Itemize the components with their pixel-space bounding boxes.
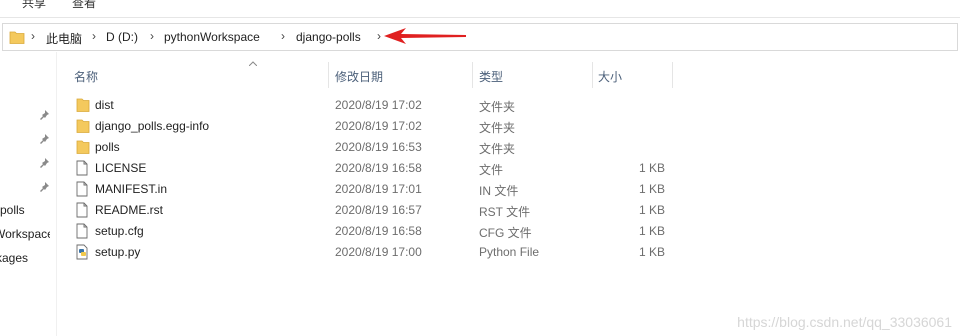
- column-divider[interactable]: [592, 62, 593, 88]
- file-date-modified: 2020/8/19 17:01: [335, 182, 422, 196]
- address-bar[interactable]: › 此电脑 › D (D:) › pythonWorkspace › djang…: [2, 23, 958, 51]
- file-type: 文件夹: [479, 142, 516, 156]
- chevron-right-icon[interactable]: ›: [377, 29, 381, 43]
- file-row[interactable]: polls 2020/8/19 16:53 文件夹: [56, 137, 960, 158]
- file-type: Python File: [479, 245, 540, 259]
- pin-icon[interactable]: [38, 133, 50, 145]
- file-icon: [76, 202, 88, 221]
- file-name[interactable]: dist: [95, 98, 114, 112]
- column-divider[interactable]: [672, 62, 673, 88]
- nav-item-polls[interactable]: polls: [0, 203, 56, 217]
- breadcrumb-pythonworkspace[interactable]: pythonWorkspace: [164, 30, 260, 44]
- column-headers: 名称 修改日期 类型 大小: [56, 61, 960, 88]
- pin-icon[interactable]: [38, 157, 50, 169]
- file-size: 1 KB: [638, 203, 665, 217]
- file-row[interactable]: dist 2020/8/19 17:02 文件夹: [56, 95, 960, 116]
- column-header-size[interactable]: 大小: [598, 68, 622, 85]
- file-name[interactable]: django_polls.egg-info: [95, 119, 209, 133]
- file-row[interactable]: README.rst 2020/8/19 16:57 RST 文件 1 KB: [56, 200, 960, 221]
- column-header-type[interactable]: 类型: [479, 68, 503, 85]
- file-date-modified: 2020/8/19 16:58: [335, 161, 422, 175]
- file-row[interactable]: setup.py 2020/8/19 17:00 Python File 1 KB: [56, 242, 960, 263]
- column-divider[interactable]: [328, 62, 329, 88]
- file-date-modified: 2020/8/19 16:58: [335, 224, 422, 238]
- file-name[interactable]: README.rst: [95, 203, 163, 217]
- navigation-pane: polls Workspace kages: [0, 52, 57, 336]
- file-icon: [76, 181, 88, 200]
- file-type: RST 文件: [479, 205, 531, 219]
- breadcrumb-drive-d[interactable]: D (D:): [106, 30, 138, 44]
- ribbon: 共享 查看: [0, 0, 960, 18]
- tab-view[interactable]: 查看: [72, 0, 96, 11]
- tab-share[interactable]: 共享: [22, 0, 46, 11]
- folder-icon: [76, 97, 90, 116]
- python-file-icon: [76, 244, 89, 263]
- file-size: 1 KB: [638, 245, 665, 259]
- breadcrumb-django-polls[interactable]: django-polls: [296, 30, 361, 44]
- file-date-modified: 2020/8/19 17:02: [335, 98, 422, 112]
- file-row[interactable]: setup.cfg 2020/8/19 16:58 CFG 文件 1 KB: [56, 221, 960, 242]
- file-icon: [76, 160, 88, 179]
- nav-item-packages[interactable]: kages: [0, 251, 52, 265]
- file-type: CFG 文件: [479, 226, 532, 240]
- file-row[interactable]: django_polls.egg-info 2020/8/19 17:02 文件夹: [56, 116, 960, 137]
- red-arrow-annotation: [384, 28, 466, 44]
- chevron-right-icon[interactable]: ›: [150, 29, 154, 43]
- pin-icon[interactable]: [38, 181, 50, 193]
- folder-icon: [76, 139, 90, 158]
- file-size: 1 KB: [638, 182, 665, 196]
- pin-icon[interactable]: [38, 109, 50, 121]
- file-name[interactable]: setup.cfg: [95, 224, 144, 238]
- file-date-modified: 2020/8/19 17:02: [335, 119, 422, 133]
- column-header-date-modified[interactable]: 修改日期: [335, 68, 383, 85]
- file-row[interactable]: LICENSE 2020/8/19 16:58 文件 1 KB: [56, 158, 960, 179]
- file-size: 1 KB: [638, 161, 665, 175]
- folder-icon: [9, 31, 25, 44]
- column-header-name[interactable]: 名称: [74, 68, 98, 85]
- file-icon: [76, 223, 88, 242]
- file-date-modified: 2020/8/19 16:57: [335, 203, 422, 217]
- chevron-right-icon[interactable]: ›: [92, 29, 96, 43]
- file-name[interactable]: setup.py: [95, 245, 140, 259]
- file-size: 1 KB: [638, 224, 665, 238]
- nav-item-workspace[interactable]: Workspace: [0, 227, 50, 241]
- file-type: 文件夹: [479, 121, 516, 135]
- sort-ascending-icon: [249, 61, 257, 66]
- column-divider[interactable]: [472, 62, 473, 88]
- file-name[interactable]: LICENSE: [95, 161, 146, 175]
- chevron-right-icon[interactable]: ›: [281, 29, 285, 43]
- file-type: 文件夹: [479, 100, 516, 114]
- file-type: 文件: [479, 163, 504, 177]
- chevron-right-icon[interactable]: ›: [31, 29, 35, 43]
- ribbon-divider: [0, 17, 960, 18]
- file-row[interactable]: MANIFEST.in 2020/8/19 17:01 IN 文件 1 KB: [56, 179, 960, 200]
- file-date-modified: 2020/8/19 16:53: [335, 140, 422, 154]
- file-type: IN 文件: [479, 184, 519, 198]
- folder-icon: [76, 118, 90, 137]
- watermark: https://blog.csdn.net/qq_33036061: [737, 314, 952, 330]
- file-name[interactable]: polls: [95, 140, 120, 154]
- breadcrumb-this-pc[interactable]: 此电脑: [46, 30, 82, 47]
- file-name[interactable]: MANIFEST.in: [95, 182, 167, 196]
- file-date-modified: 2020/8/19 17:00: [335, 245, 422, 259]
